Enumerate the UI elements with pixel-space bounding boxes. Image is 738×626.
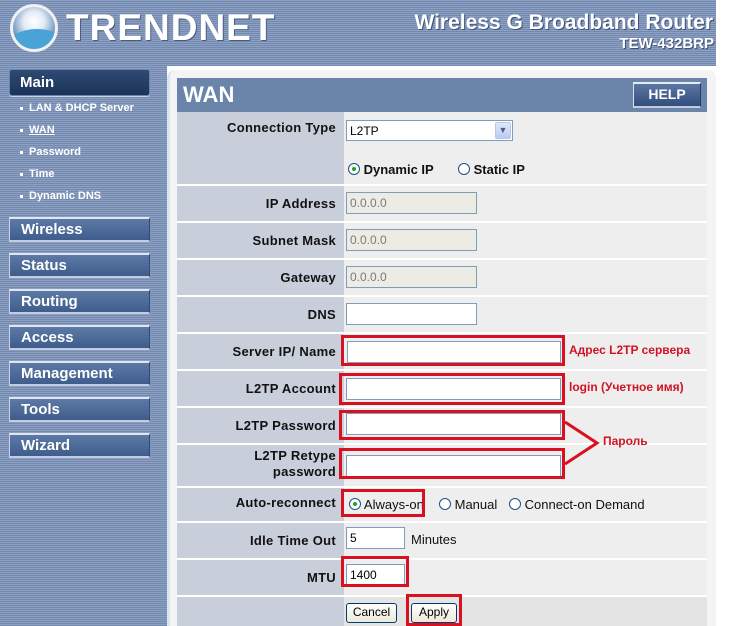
- l2tp-account-label: L2TP Account: [177, 371, 344, 406]
- nav-sub-wan[interactable]: WAN: [20, 124, 55, 136]
- nav-access[interactable]: Access: [9, 325, 150, 350]
- auto-reconnect-label: Auto-reconnect: [177, 488, 344, 521]
- row-connection-type: Connection Type L2TP ▼ Dynamic IP Static…: [177, 112, 707, 184]
- product-model: TEW-432BRP: [619, 35, 714, 52]
- l2tp-retype-label: L2TP Retype password: [177, 445, 344, 486]
- bullet-icon: [20, 150, 23, 154]
- row-dns: DNS: [177, 295, 707, 332]
- bullet-icon: [20, 172, 23, 176]
- connection-type-label: Connection Type: [177, 112, 344, 184]
- subnet-mask-input[interactable]: [346, 229, 477, 251]
- nav-routing[interactable]: Routing: [9, 289, 150, 314]
- chevron-down-icon[interactable]: ▼: [495, 122, 511, 139]
- subnet-mask-label: Subnet Mask: [177, 223, 344, 258]
- ip-address-label: IP Address: [177, 186, 344, 221]
- row-mtu: MTU: [177, 558, 707, 595]
- annotation-login: login (Учетное имя): [569, 380, 684, 394]
- l2tp-password-label: L2TP Password: [177, 408, 344, 443]
- nav-wizard[interactable]: Wizard: [9, 433, 150, 458]
- header-banner: TRENDNET Wireless G Broadband Router TEW…: [0, 0, 716, 66]
- row-ip-address: IP Address: [177, 184, 707, 221]
- annotation-server-address: Адрес L2TP сервера: [569, 343, 691, 357]
- nav-main[interactable]: Main: [9, 69, 150, 96]
- highlight-l2tp-password: [339, 410, 565, 440]
- help-button[interactable]: HELP: [633, 82, 701, 108]
- server-ip-label: Server IP/ Name: [177, 334, 344, 369]
- trendnet-logo: TRENDNET: [10, 4, 275, 52]
- radio-dynamic-ip[interactable]: Dynamic IP: [348, 162, 434, 177]
- highlight-mtu: [341, 556, 409, 587]
- product-title: Wireless G Broadband Router: [414, 11, 713, 34]
- nav-management[interactable]: Management: [9, 361, 150, 386]
- dns-input[interactable]: [346, 303, 477, 325]
- radio-checked-icon[interactable]: [348, 163, 360, 175]
- nav-wireless[interactable]: Wireless: [9, 217, 150, 242]
- highlight-always-on: [341, 489, 425, 517]
- dns-label: DNS: [177, 297, 344, 332]
- logo-globe-icon: [10, 4, 58, 52]
- nav-sub-password[interactable]: Password: [20, 146, 81, 158]
- gateway-label: Gateway: [177, 260, 344, 295]
- bullet-icon: [20, 106, 23, 110]
- highlight-server-ip: [341, 335, 565, 366]
- connection-type-select[interactable]: L2TP ▼: [346, 120, 513, 141]
- nav-sub-time[interactable]: Time: [20, 168, 54, 180]
- radio-unchecked-icon[interactable]: [439, 498, 451, 510]
- page-header: WAN HELP: [177, 78, 707, 112]
- annotation-password: Пароль: [603, 434, 648, 448]
- radio-unchecked-icon[interactable]: [458, 163, 470, 175]
- cancel-button[interactable]: Cancel: [346, 603, 397, 623]
- ip-address-input[interactable]: [346, 192, 477, 214]
- sidebar: Main LAN & DHCP Server WAN Password Time…: [0, 66, 167, 626]
- row-subnet-mask: Subnet Mask: [177, 221, 707, 258]
- highlight-l2tp-account: [339, 373, 565, 405]
- radio-static-ip[interactable]: Static IP: [458, 162, 525, 177]
- password-bracket-icon: [564, 420, 600, 466]
- highlight-l2tp-retype: [339, 448, 565, 479]
- nav-sub-dynamic-dns[interactable]: Dynamic DNS: [20, 190, 101, 202]
- nav-status[interactable]: Status: [9, 253, 150, 278]
- page-title: WAN: [183, 82, 235, 107]
- row-gateway: Gateway: [177, 258, 707, 295]
- idle-timeout-input[interactable]: [346, 527, 405, 549]
- row-idle-timeout: Idle Time Out Minutes: [177, 521, 707, 558]
- highlight-apply: [406, 594, 462, 626]
- idle-timeout-unit: Minutes: [411, 532, 457, 547]
- nav-tools[interactable]: Tools: [9, 397, 150, 422]
- page-margin: [716, 66, 738, 626]
- radio-unchecked-icon[interactable]: [509, 498, 521, 510]
- nav-sub-lan-dhcp[interactable]: LAN & DHCP Server: [20, 102, 134, 114]
- gateway-input[interactable]: [346, 266, 477, 288]
- idle-timeout-label: Idle Time Out: [177, 523, 344, 558]
- row-auto-reconnect: Auto-reconnect Always-on Manual Connect-…: [177, 486, 707, 521]
- radio-manual[interactable]: Manual: [439, 497, 497, 512]
- bullet-icon: [20, 128, 23, 132]
- brand-name: TRENDNET: [66, 7, 276, 48]
- radio-connect-on-demand[interactable]: Connect-on Demand: [509, 497, 645, 512]
- bullet-icon: [20, 194, 23, 198]
- mtu-label: MTU: [177, 560, 344, 595]
